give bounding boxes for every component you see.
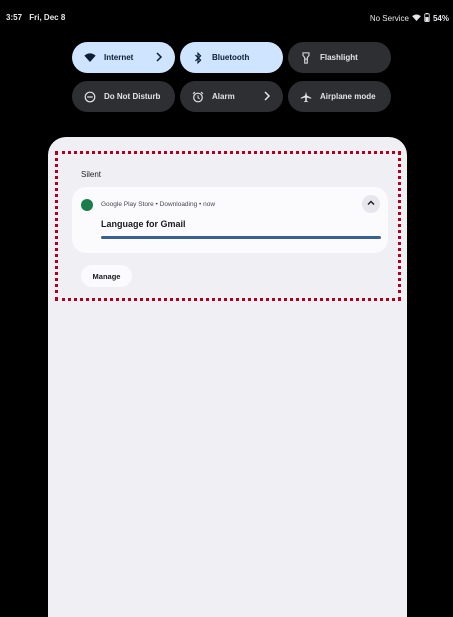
status-left: 3:57 Fri, Dec 8 xyxy=(6,13,70,22)
tile-bluetooth-label: Bluetooth xyxy=(212,53,250,62)
status-bar: 3:57 Fri, Dec 8 No Service 54% xyxy=(0,0,453,30)
status-right: No Service 54% xyxy=(370,13,449,24)
tile-alarm-label: Alarm xyxy=(212,92,235,101)
tile-flashlight-label: Flashlight xyxy=(320,53,358,62)
tile-flashlight[interactable]: Flashlight xyxy=(288,42,391,73)
battery-icon xyxy=(424,13,430,24)
silent-section-label: Silent xyxy=(81,170,102,179)
notification-meta: Google Play Store • Downloading • now xyxy=(101,201,216,208)
tile-dnd-label: Do Not Disturb xyxy=(104,92,161,101)
battery-percent: 54% xyxy=(432,14,449,23)
flashlight-icon xyxy=(299,51,313,65)
tile-internet-label: Internet xyxy=(104,53,134,62)
download-notification[interactable]: Google Play Store • Downloading • now La… xyxy=(72,187,388,253)
bluetooth-icon xyxy=(191,51,205,65)
airplane-icon xyxy=(299,90,313,104)
notification-title: Language for Gmail xyxy=(101,219,186,229)
wifi-status-icon xyxy=(412,13,421,24)
download-progress-bar xyxy=(101,236,381,239)
tile-airplane-mode[interactable]: Airplane mode xyxy=(288,81,391,112)
wifi-icon xyxy=(83,51,97,65)
expand-toggle[interactable] xyxy=(362,195,380,213)
play-store-app-icon xyxy=(81,199,93,211)
tile-airplane-label: Airplane mode xyxy=(320,92,376,101)
dnd-icon xyxy=(83,90,97,104)
tile-internet[interactable]: Internet xyxy=(72,42,175,73)
chevron-right-icon xyxy=(153,51,165,63)
notification-shade: Silent Google Play Store • Downloading •… xyxy=(48,137,407,617)
alarm-icon xyxy=(191,90,205,104)
tile-do-not-disturb[interactable]: Do Not Disturb xyxy=(72,81,175,112)
download-progress-fill xyxy=(101,236,381,239)
date: Fri, Dec 8 xyxy=(29,13,66,22)
tile-alarm[interactable]: Alarm xyxy=(180,81,283,112)
manage-button[interactable]: Manage xyxy=(81,265,132,287)
chevron-up-icon xyxy=(366,195,376,213)
network-status: No Service xyxy=(369,14,409,23)
tile-bluetooth[interactable]: Bluetooth xyxy=(180,42,283,73)
chevron-right-icon xyxy=(261,90,273,102)
clock: 3:57 xyxy=(6,13,23,22)
